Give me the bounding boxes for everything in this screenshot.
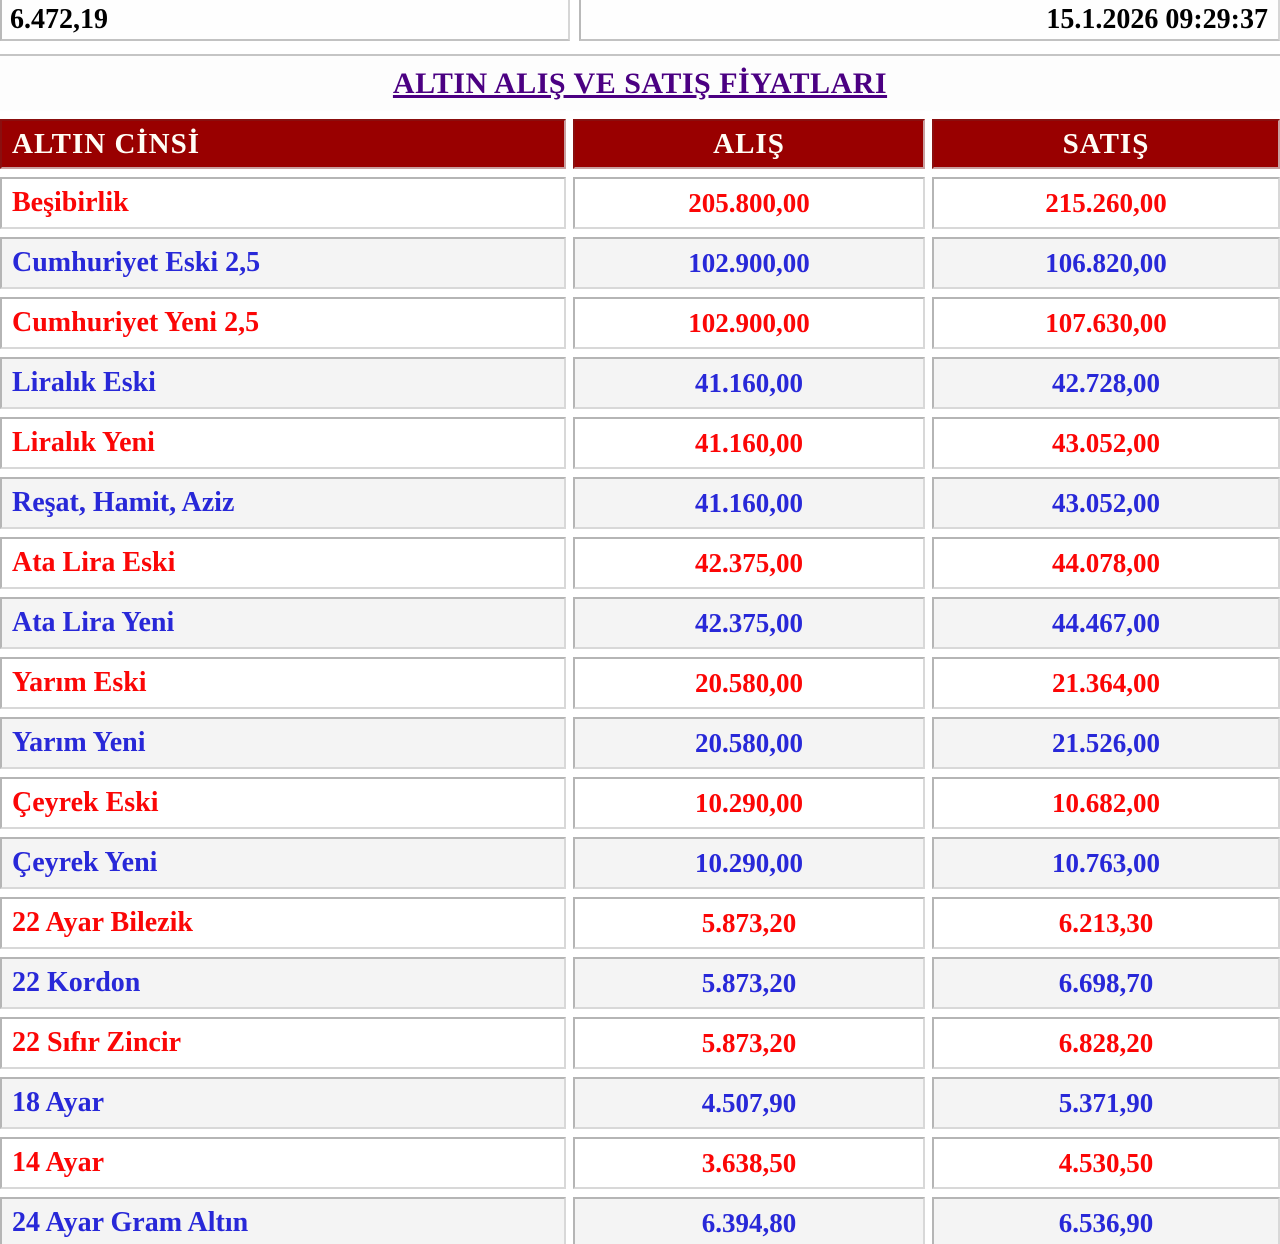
sell-price-cell: 4.530,50 <box>932 1137 1280 1189</box>
buy-price-cell: 6.394,80 <box>573 1197 925 1244</box>
table-row: Yarım Yeni 20.580,00 21.526,00 <box>0 717 1280 769</box>
gold-type-cell: Beşibirlik <box>0 177 566 229</box>
table-row: 24 Ayar Gram Altın 6.394,80 6.536,90 <box>0 1197 1280 1244</box>
buy-price-cell: 41.160,00 <box>573 357 925 409</box>
gold-type-cell: 22 Kordon <box>0 957 566 1009</box>
sell-price-cell: 6.698,70 <box>932 957 1280 1009</box>
sell-price-cell: 10.763,00 <box>932 837 1280 889</box>
buy-price-cell: 42.375,00 <box>573 597 925 649</box>
buy-price-cell: 4.507,90 <box>573 1077 925 1129</box>
buy-price-cell: 205.800,00 <box>573 177 925 229</box>
title-band: ALTIN ALIŞ VE SATIŞ FİYATLARI <box>0 54 1280 111</box>
gold-type-cell: Ata Lira Yeni <box>0 597 566 649</box>
buy-price-cell: 102.900,00 <box>573 237 925 289</box>
top-bar: 6.472,19 15.1.2026 09:29:37 <box>0 0 1280 41</box>
table-row: Ata Lira Eski 42.375,00 44.078,00 <box>0 537 1280 589</box>
buy-price-cell: 20.580,00 <box>573 657 925 709</box>
table-row: Cumhuriyet Yeni 2,5 102.900,00 107.630,00 <box>0 297 1280 349</box>
gold-type-cell: Çeyrek Eski <box>0 777 566 829</box>
table-header-row: ALTIN CİNSİ ALIŞ SATIŞ <box>0 119 1280 169</box>
sell-price-cell: 107.630,00 <box>932 297 1280 349</box>
sell-price-cell: 43.052,00 <box>932 417 1280 469</box>
sell-price-cell: 106.820,00 <box>932 237 1280 289</box>
gold-ounce-value: 6.472,19 <box>0 0 570 41</box>
table-row: Ata Lira Yeni 42.375,00 44.467,00 <box>0 597 1280 649</box>
gold-type-cell: Cumhuriyet Yeni 2,5 <box>0 297 566 349</box>
sell-price-cell: 215.260,00 <box>932 177 1280 229</box>
table-row: Beşibirlik 205.800,00 215.260,00 <box>0 177 1280 229</box>
buy-price-cell: 102.900,00 <box>573 297 925 349</box>
buy-price-cell: 41.160,00 <box>573 477 925 529</box>
gold-type-cell: 14 Ayar <box>0 1137 566 1189</box>
table-row: Cumhuriyet Eski 2,5 102.900,00 106.820,00 <box>0 237 1280 289</box>
buy-price-cell: 41.160,00 <box>573 417 925 469</box>
sell-price-cell: 10.682,00 <box>932 777 1280 829</box>
table-row: Çeyrek Eski 10.290,00 10.682,00 <box>0 777 1280 829</box>
table-row: 22 Ayar Bilezik 5.873,20 6.213,30 <box>0 897 1280 949</box>
page-title-link[interactable]: ALTIN ALIŞ VE SATIŞ FİYATLARI <box>393 67 887 100</box>
buy-price-cell: 3.638,50 <box>573 1137 925 1189</box>
gold-type-cell: Reşat, Hamit, Aziz <box>0 477 566 529</box>
sell-price-cell: 21.364,00 <box>932 657 1280 709</box>
buy-price-cell: 42.375,00 <box>573 537 925 589</box>
gold-type-cell: Cumhuriyet Eski 2,5 <box>0 237 566 289</box>
table-row: 14 Ayar 3.638,50 4.530,50 <box>0 1137 1280 1189</box>
sell-price-cell: 44.078,00 <box>932 537 1280 589</box>
gold-type-cell: 24 Ayar Gram Altın <box>0 1197 566 1244</box>
gold-type-cell: 22 Sıfır Zincir <box>0 1017 566 1069</box>
column-header-sell: SATIŞ <box>932 119 1280 169</box>
sell-price-cell: 6.828,20 <box>932 1017 1280 1069</box>
sell-price-cell: 42.728,00 <box>932 357 1280 409</box>
sell-price-cell: 5.371,90 <box>932 1077 1280 1129</box>
gold-type-cell: Çeyrek Yeni <box>0 837 566 889</box>
buy-price-cell: 10.290,00 <box>573 837 925 889</box>
table-row: Yarım Eski 20.580,00 21.364,00 <box>0 657 1280 709</box>
gold-type-cell: Ata Lira Eski <box>0 537 566 589</box>
buy-price-cell: 5.873,20 <box>573 897 925 949</box>
sell-price-cell: 43.052,00 <box>932 477 1280 529</box>
table-row: 18 Ayar 4.507,90 5.371,90 <box>0 1077 1280 1129</box>
gold-type-cell: 22 Ayar Bilezik <box>0 897 566 949</box>
table-row: Reşat, Hamit, Aziz 41.160,00 43.052,00 <box>0 477 1280 529</box>
gold-prices-table: ALTIN CİNSİ ALIŞ SATIŞ Beşibirlik 205.800… <box>0 111 1280 1244</box>
sell-price-cell: 44.467,00 <box>932 597 1280 649</box>
sell-price-cell: 6.213,30 <box>932 897 1280 949</box>
buy-price-cell: 10.290,00 <box>573 777 925 829</box>
buy-price-cell: 20.580,00 <box>573 717 925 769</box>
sell-price-cell: 6.536,90 <box>932 1197 1280 1244</box>
table-row: 22 Kordon 5.873,20 6.698,70 <box>0 957 1280 1009</box>
gold-type-cell: 18 Ayar <box>0 1077 566 1129</box>
gold-type-cell: Yarım Eski <box>0 657 566 709</box>
table-row: Liralık Eski 41.160,00 42.728,00 <box>0 357 1280 409</box>
datetime-display: 15.1.2026 09:29:37 <box>579 0 1280 41</box>
buy-price-cell: 5.873,20 <box>573 957 925 1009</box>
gold-type-cell: Yarım Yeni <box>0 717 566 769</box>
sell-price-cell: 21.526,00 <box>932 717 1280 769</box>
gold-type-cell: Liralık Yeni <box>0 417 566 469</box>
table-row: Çeyrek Yeni 10.290,00 10.763,00 <box>0 837 1280 889</box>
gold-type-cell: Liralık Eski <box>0 357 566 409</box>
buy-price-cell: 5.873,20 <box>573 1017 925 1069</box>
column-header-buy: ALIŞ <box>573 119 925 169</box>
table-row: 22 Sıfır Zincir 5.873,20 6.828,20 <box>0 1017 1280 1069</box>
table-row: Liralık Yeni 41.160,00 43.052,00 <box>0 417 1280 469</box>
column-header-gold-type: ALTIN CİNSİ <box>0 119 566 169</box>
